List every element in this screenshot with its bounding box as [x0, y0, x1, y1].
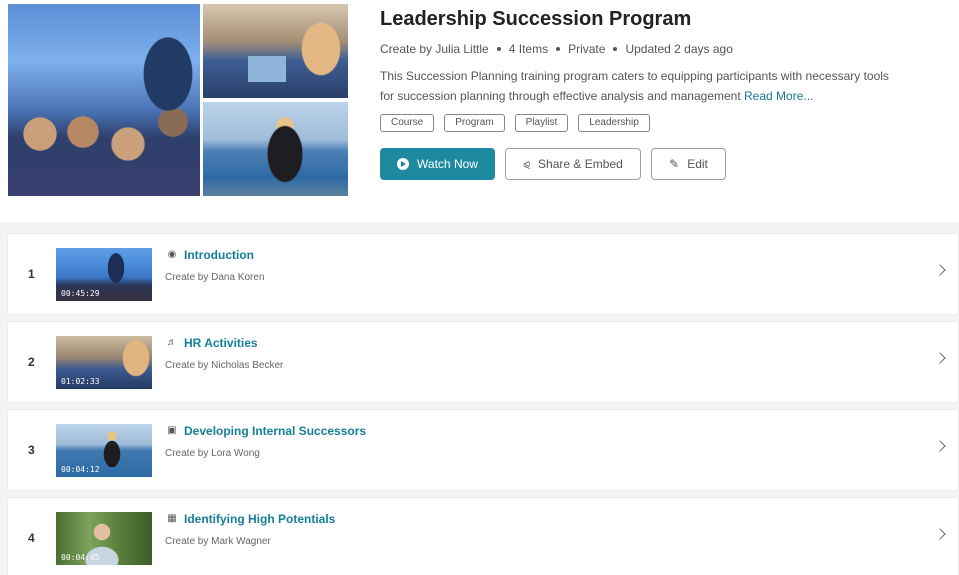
action-bar: Watch Now ⪨ Share & Embed ✎ Edit — [380, 148, 940, 180]
item-creator: Create by Nicholas Becker — [165, 360, 284, 371]
playlist-items: 1 00:45:29 ◉ Introduction Create by Dana… — [7, 233, 959, 575]
chevron-right-icon[interactable] — [934, 352, 946, 364]
item-number: 3 — [28, 443, 35, 457]
separator-dot — [496, 47, 501, 51]
list-item[interactable]: 3 00:04:12 ▣ Developing Internal Success… — [7, 409, 959, 491]
watch-now-button[interactable]: Watch Now — [380, 148, 495, 180]
item-number: 2 — [28, 355, 35, 369]
program-description: This Succession Planning training progra… — [380, 66, 900, 106]
program-header: Leadership Succession Program Create by … — [0, 0, 959, 222]
cover-photo-conference — [8, 4, 200, 196]
chevron-right-icon[interactable] — [934, 440, 946, 452]
program-cover-collage — [8, 4, 348, 196]
audio-icon: ♬ — [167, 337, 177, 348]
item-title-link[interactable]: Identifying High Potentials — [184, 512, 335, 526]
item-duration: 00:04:12 — [61, 465, 100, 474]
item-creator: Create by Mark Wagner — [165, 536, 271, 547]
share-embed-label: Share & Embed — [538, 157, 623, 171]
item-duration: 01:02:33 — [61, 377, 100, 386]
program-meta: Create by Julia Little 4 Items Private U… — [380, 42, 940, 56]
share-embed-button[interactable]: ⪨ Share & Embed — [505, 148, 641, 180]
share-icon: ⪨ — [523, 157, 531, 171]
creator-label: Create by Julia Little — [380, 42, 489, 56]
edit-label: Edit — [687, 157, 708, 171]
item-thumbnail[interactable]: 00:04:45 — [56, 512, 152, 565]
updated-label: Updated 2 days ago — [625, 42, 733, 56]
item-number: 4 — [28, 531, 35, 545]
item-creator: Create by Dana Koren — [165, 272, 265, 283]
cover-photo-waterfront — [203, 102, 348, 196]
item-title-link[interactable]: Introduction — [184, 248, 254, 262]
play-icon — [397, 158, 410, 170]
separator-dot — [556, 47, 561, 51]
item-thumbnail[interactable]: 01:02:33 — [56, 336, 152, 389]
chevron-right-icon[interactable] — [934, 528, 946, 540]
chevron-right-icon[interactable] — [934, 264, 946, 276]
tag-playlist[interactable]: Playlist — [514, 114, 569, 132]
separator-dot — [613, 47, 618, 51]
pencil-icon: ✎ — [669, 157, 680, 171]
item-title-link[interactable]: Developing Internal Successors — [184, 424, 366, 438]
program-info: Leadership Succession Program Create by … — [380, 6, 940, 180]
item-title-link[interactable]: HR Activities — [184, 336, 258, 350]
video-icon: ▦ — [167, 513, 177, 524]
privacy-status: Private — [568, 42, 606, 56]
items-count: 4 Items — [508, 42, 549, 56]
page-title: Leadership Succession Program — [380, 8, 692, 30]
cover-photo-meeting — [203, 4, 348, 98]
item-number: 1 — [28, 267, 35, 281]
tag-course[interactable]: Course — [380, 114, 435, 132]
list-item[interactable]: 2 01:02:33 ♬ HR Activities Create by Nic… — [7, 321, 959, 403]
globe-icon: ◉ — [167, 249, 177, 260]
tag-leadership[interactable]: Leadership — [578, 114, 650, 132]
read-more-link[interactable]: Read More... — [744, 89, 813, 103]
edit-button[interactable]: ✎ Edit — [651, 148, 726, 180]
watch-now-label: Watch Now — [417, 157, 478, 171]
item-thumbnail[interactable]: 00:45:29 — [56, 248, 152, 301]
item-duration: 00:04:45 — [61, 553, 100, 562]
tag-program[interactable]: Program — [444, 114, 505, 132]
list-item[interactable]: 4 00:04:45 ▦ Identifying High Potentials… — [7, 497, 959, 575]
item-duration: 00:45:29 — [61, 289, 100, 298]
tag-list: Course Program Playlist Leadership — [380, 114, 940, 132]
image-icon: ▣ — [167, 425, 177, 436]
item-creator: Create by Lora Wong — [165, 448, 260, 459]
list-item[interactable]: 1 00:45:29 ◉ Introduction Create by Dana… — [7, 233, 959, 315]
item-thumbnail[interactable]: 00:04:12 — [56, 424, 152, 477]
